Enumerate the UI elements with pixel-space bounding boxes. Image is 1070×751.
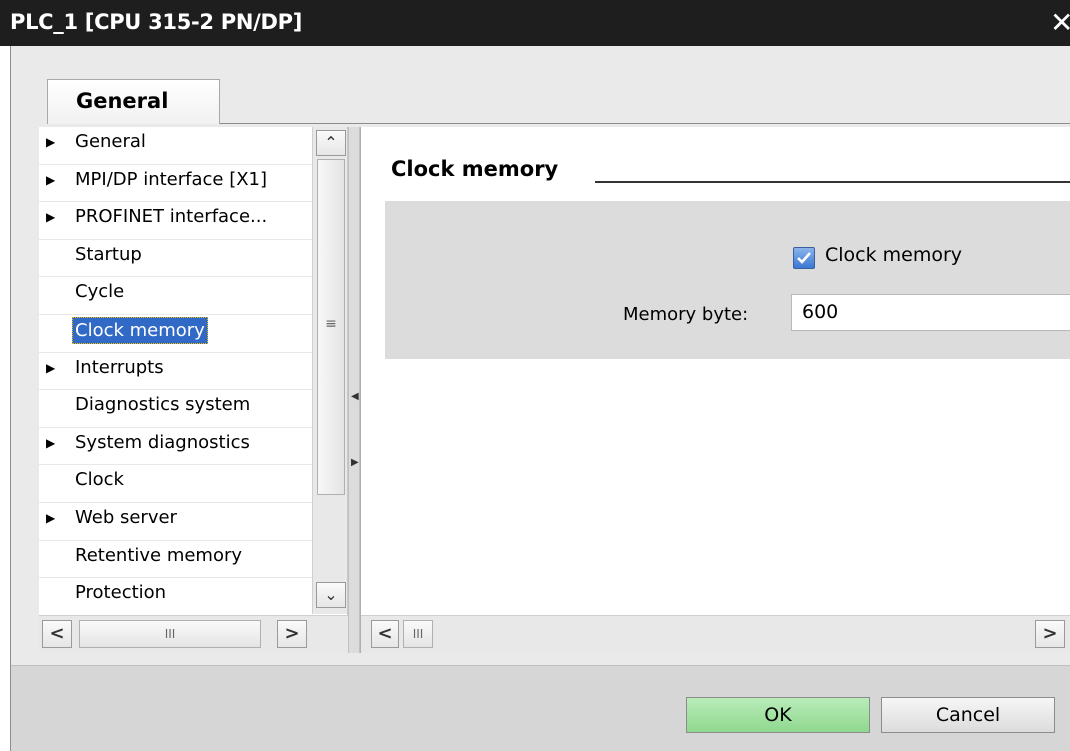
expand-arrow-icon[interactable]: ▶ <box>46 503 55 533</box>
nav-item-label: Startup <box>75 243 142 265</box>
scroll-left-button[interactable]: < <box>42 620 72 648</box>
nav-item[interactable]: Clock memory <box>39 315 312 353</box>
navigation-tree: ▶ General ▶ MPI/DP interface [X1] ▶ PROFINET … <box>39 127 348 653</box>
nav-item-label: PROFINET interface... <box>75 206 268 228</box>
chevron-up-icon: ⌃ <box>324 133 338 152</box>
expand-arrow-icon[interactable]: ▶ <box>46 165 55 195</box>
nav-item-label: Clock <box>75 469 124 491</box>
nav-item[interactable]: Startup <box>39 240 312 278</box>
content-scroll-thumb[interactable]: III <box>403 620 433 648</box>
checkmark-icon <box>797 252 811 264</box>
section-title: Clock memory <box>391 157 559 181</box>
grip-icon: III <box>412 627 424 641</box>
tab-divider <box>220 123 1070 124</box>
nav-item[interactable]: Protection <box>39 578 312 614</box>
nav-item-label: Clock memory <box>72 316 208 344</box>
content-scroll-left-button[interactable]: < <box>371 620 399 648</box>
chevron-right-icon: > <box>1042 623 1058 644</box>
button-bar: OK Cancel <box>11 665 1070 751</box>
nav-item[interactable]: Cycle <box>39 277 312 315</box>
content-panel: Clock memory Clock memory Memory byte: 6… <box>360 127 1070 653</box>
nav-item-label: Retentive memory <box>75 544 243 566</box>
scroll-up-button[interactable]: ⌃ <box>316 130 346 156</box>
nav-item-label: General <box>75 131 146 152</box>
section-divider <box>595 181 1070 183</box>
grip-icon: III <box>164 627 176 641</box>
properties-dialog: General ▶ General ▶ MPI/DP interface [X1] ▶ P… <box>10 46 1070 751</box>
nav-item[interactable]: Clock <box>39 465 312 503</box>
horizontal-scroll-thumb[interactable]: III <box>79 620 261 648</box>
expand-arrow-icon[interactable]: ▶ <box>46 428 55 458</box>
expand-right-icon[interactable]: ▶ <box>351 457 359 468</box>
cancel-button[interactable]: Cancel <box>881 697 1055 733</box>
nav-item[interactable]: ▶ General <box>39 127 312 165</box>
nav-item[interactable]: ▶ MPI/DP interface [X1] <box>39 165 312 203</box>
ok-button[interactable]: OK <box>686 697 870 733</box>
content-scroll-right-button[interactable]: > <box>1035 620 1065 648</box>
close-icon[interactable]: ✕ <box>1050 8 1070 38</box>
title-bar: PLC_1 [CPU 315-2 PN/DP] ✕ <box>0 0 1070 46</box>
chevron-left-icon: < <box>377 623 393 644</box>
scroll-right-button[interactable]: > <box>277 620 307 648</box>
clock-memory-section: Clock memory Memory byte: 600 <box>385 201 1070 359</box>
collapse-left-icon[interactable]: ◀ <box>351 391 359 402</box>
memory-byte-label: Memory byte: <box>623 304 749 325</box>
expand-arrow-icon[interactable]: ▶ <box>46 202 55 232</box>
nav-item[interactable]: ▶ Interrupts <box>39 353 312 391</box>
nav-item[interactable]: Retentive memory <box>39 541 312 579</box>
scroll-thumb[interactable]: ≡ <box>317 159 345 495</box>
nav-item[interactable]: Diagnostics system <box>39 390 312 428</box>
expand-arrow-icon[interactable]: ▶ <box>46 127 55 157</box>
nav-item-label: System diagnostics <box>75 431 250 453</box>
nav-horizontal-scrollbar[interactable]: < III > <box>39 615 348 653</box>
clock-memory-checkbox-label: Clock memory <box>825 244 963 266</box>
scroll-down-button[interactable]: ⌄ <box>316 582 346 608</box>
tab-general[interactable]: General <box>47 79 220 124</box>
nav-vertical-scrollbar[interactable]: ⌃ ≡ ⌄ <box>312 127 347 614</box>
nav-item[interactable]: ▶ Web server <box>39 503 312 541</box>
nav-item-label: Diagnostics system <box>75 394 251 416</box>
nav-item[interactable]: ▶ PROFINET interface... <box>39 202 312 240</box>
chevron-right-icon: > <box>284 623 300 644</box>
tab-general-label: General <box>76 89 169 113</box>
panel-splitter[interactable]: ◀ ▶ <box>348 127 360 653</box>
chevron-down-icon: ⌄ <box>324 585 338 604</box>
nav-item-label: Cycle <box>75 281 125 303</box>
chevron-left-icon: < <box>49 623 65 644</box>
nav-item-label: Web server <box>75 506 177 528</box>
nav-item-label: Protection <box>75 582 167 604</box>
memory-byte-field[interactable]: 600 <box>791 294 1070 331</box>
nav-item[interactable]: ▶ System diagnostics <box>39 428 312 466</box>
clock-memory-checkbox[interactable] <box>793 247 815 269</box>
navigation-list: ▶ General ▶ MPI/DP interface [X1] ▶ PROFINET … <box>39 127 312 614</box>
content-horizontal-scrollbar[interactable]: < III > <box>361 615 1070 653</box>
grip-icon: ≡ <box>325 316 337 332</box>
expand-arrow-icon[interactable]: ▶ <box>46 353 55 383</box>
nav-item-label: Interrupts <box>75 356 164 378</box>
window-title: PLC_1 [CPU 315-2 PN/DP] <box>10 10 303 34</box>
nav-item-label: MPI/DP interface [X1] <box>75 168 268 190</box>
